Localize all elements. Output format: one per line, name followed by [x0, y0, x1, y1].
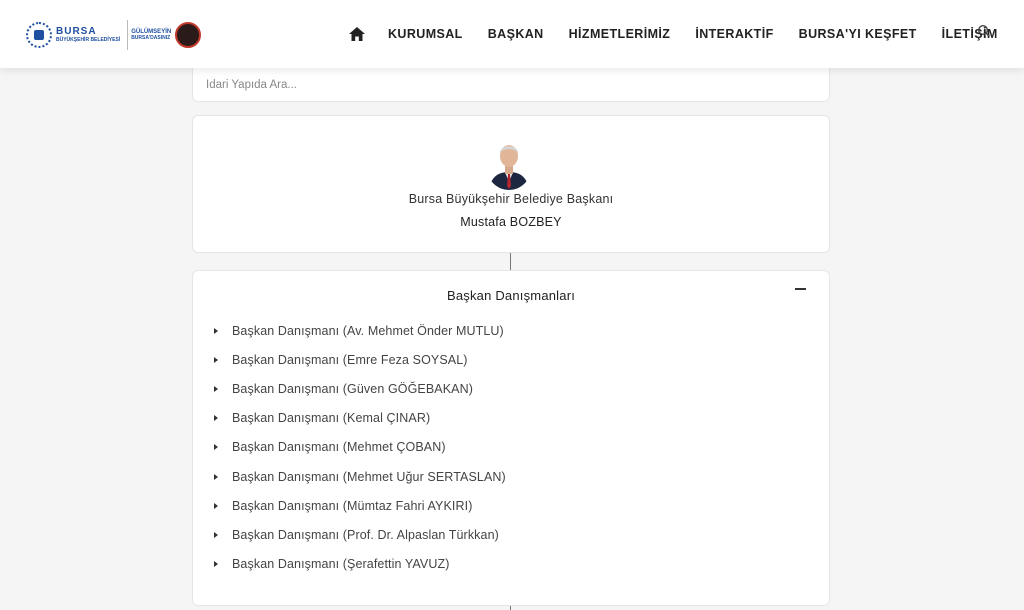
- logo-sub: BÜYÜKŞEHİR BELEDİYESİ: [56, 37, 121, 43]
- list-item[interactable]: Başkan Danışmanı (Mümtaz Fahri AYKIRI): [213, 491, 506, 520]
- caret-right-icon: [214, 561, 218, 568]
- nav-baskan[interactable]: BAŞKAN: [488, 27, 544, 41]
- caret-right-icon: [214, 385, 218, 392]
- nav-bursayi-kesfet[interactable]: BURSA'YI KEŞFET: [799, 27, 917, 41]
- nav-hizmetlerimiz[interactable]: HİZMETLERİMİZ: [569, 27, 671, 41]
- advisors-list: Başkan Danışmanı (Av. Mehmet Önder MUTLU…: [213, 316, 506, 579]
- advisor-label: Başkan Danışmanı (Mümtaz Fahri AYKIRI): [232, 498, 473, 513]
- advisors-title: Başkan Danışmanları: [446, 288, 576, 303]
- list-item[interactable]: Başkan Danışmanı (Şerafettin YAVUZ): [213, 550, 506, 579]
- nav-kurumsal[interactable]: KURUMSAL: [388, 27, 463, 41]
- nav-interaktif[interactable]: İNTERAKTİF: [695, 27, 773, 41]
- list-item[interactable]: Başkan Danışmanı (Mehmet Uğur SERTASLAN): [213, 462, 506, 491]
- mayor-photo: [487, 136, 531, 190]
- advisor-label: Başkan Danışmanı (Şerafettin YAVUZ): [232, 557, 450, 572]
- org-search-box: [192, 68, 830, 102]
- home-icon[interactable]: [344, 24, 370, 44]
- collapse-minus-icon[interactable]: [793, 281, 809, 297]
- site-logo[interactable]: BURSA BÜYÜKŞEHİR BELEDİYESİ GÜLÜMSEYİN B…: [26, 18, 202, 52]
- logo-divider: [127, 20, 129, 50]
- advisor-label: Başkan Danışmanı (Mehmet Uğur SERTASLAN): [232, 469, 506, 484]
- mayor-name: Mustafa BOZBEY: [460, 215, 562, 229]
- caret-right-icon: [214, 356, 218, 363]
- advisor-label: Başkan Danışmanı (Kemal ÇINAR): [232, 411, 431, 426]
- search-icon[interactable]: [977, 24, 991, 38]
- advisor-label: Başkan Danışmanı (Güven GÖĞEBAKAN): [232, 381, 473, 396]
- tree-connector: [510, 253, 511, 270]
- advisor-label: Başkan Danışmanı (Av. Mehmet Önder MUTLU…: [232, 323, 504, 338]
- list-item[interactable]: Başkan Danışmanı (Kemal ÇINAR): [213, 404, 506, 433]
- slogan-line-2: BURSA'DASINIZ: [131, 34, 171, 41]
- tree-connector: [510, 606, 511, 610]
- advisor-label: Başkan Danışmanı (Mehmet ÇOBAN): [232, 440, 446, 455]
- caret-right-icon: [214, 531, 218, 538]
- mayor-title: Bursa Büyükşehir Belediye Başkanı: [408, 192, 614, 206]
- main-nav: KURUMSAL BAŞKAN HİZMETLERİMİZ İNTERAKTİF…: [340, 0, 1023, 68]
- logo-brand: BURSA: [56, 26, 97, 37]
- list-item[interactable]: Başkan Danışmanı (Av. Mehmet Önder MUTLU…: [213, 316, 506, 345]
- list-item[interactable]: Başkan Danışmanı (Mehmet ÇOBAN): [213, 433, 506, 462]
- list-item[interactable]: Başkan Danışmanı (Prof. Dr. Alpaslan Tür…: [213, 520, 506, 549]
- mayor-card[interactable]: Bursa Büyükşehir Belediye Başkanı Mustaf…: [192, 115, 830, 253]
- list-item[interactable]: Başkan Danışmanı (Emre Feza SOYSAL): [213, 345, 506, 374]
- caret-right-icon: [214, 502, 218, 509]
- caret-right-icon: [214, 473, 218, 480]
- bursa-seal-icon: [26, 22, 52, 48]
- advisors-card: Başkan Danışmanları Başkan Danışmanı (Av…: [192, 270, 830, 606]
- logo-slogan: GÜLÜMSEYİN BURSA'DASINIZ: [131, 29, 171, 41]
- advisor-label: Başkan Danışmanı (Emre Feza SOYSAL): [232, 352, 468, 367]
- list-item[interactable]: Başkan Danışmanı (Güven GÖĞEBAKAN): [213, 374, 506, 403]
- caret-right-icon: [214, 327, 218, 334]
- slogan-badge-icon: [175, 22, 202, 48]
- org-search-input[interactable]: [193, 68, 829, 101]
- logo-text: BURSA BÜYÜKŞEHİR BELEDİYESİ: [56, 27, 120, 43]
- site-header: BURSA BÜYÜKŞEHİR BELEDİYESİ GÜLÜMSEYİN B…: [0, 0, 1024, 68]
- advisor-label: Başkan Danışmanı (Prof. Dr. Alpaslan Tür…: [232, 527, 499, 542]
- caret-right-icon: [214, 444, 218, 451]
- caret-right-icon: [214, 415, 218, 422]
